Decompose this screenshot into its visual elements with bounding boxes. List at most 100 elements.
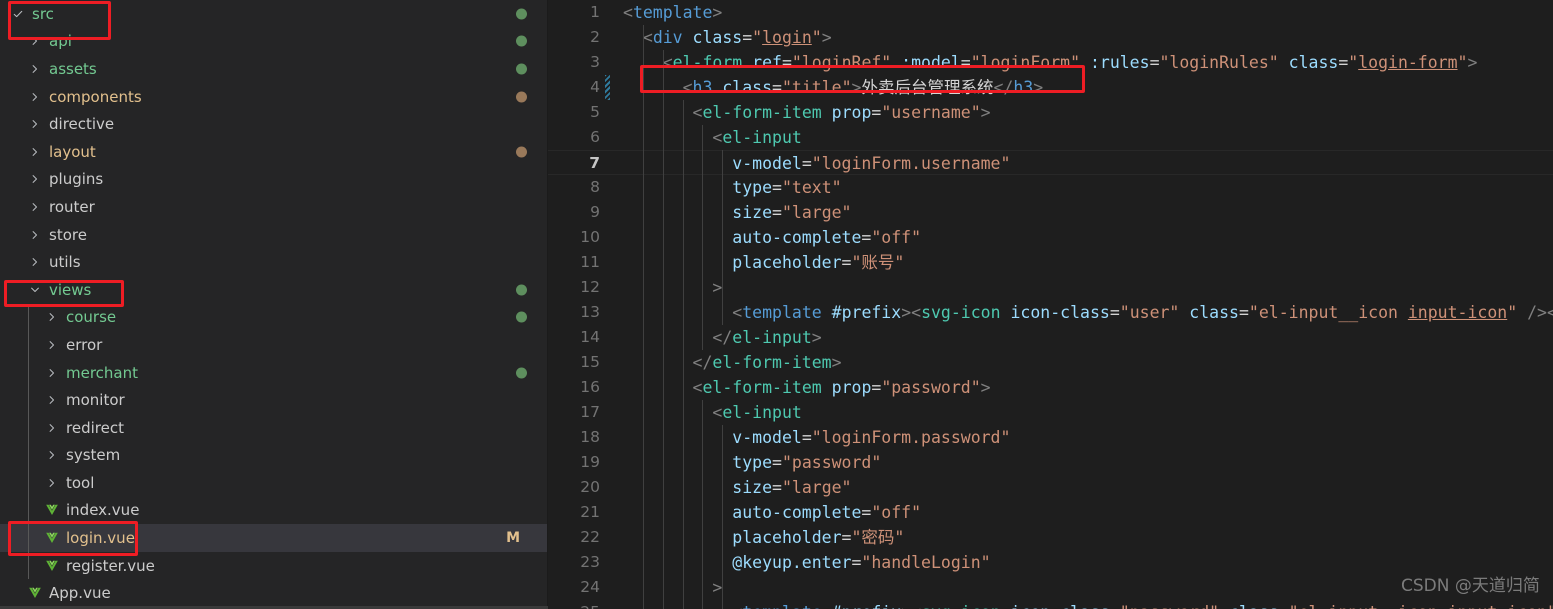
line-number: 24 — [580, 578, 600, 596]
tree-item-redirect[interactable]: redirect — [0, 413, 548, 442]
chevron-right-icon[interactable] — [27, 89, 43, 105]
tree-item-src[interactable]: src — [0, 0, 548, 28]
chevron-right-icon[interactable] — [44, 475, 60, 491]
check-icon[interactable] — [10, 6, 26, 22]
file-explorer-panel[interactable]: src api assets components directive layout plu… — [0, 0, 548, 609]
code-line[interactable]: 14 </el-input> — [548, 325, 1553, 350]
code-line-text: > — [623, 278, 723, 297]
line-number: 2 — [590, 28, 600, 46]
chevron-right-icon[interactable] — [44, 447, 60, 463]
code-line[interactable]: 10 auto-complete="off" — [548, 225, 1553, 250]
line-number: 9 — [590, 203, 600, 221]
line-number: 1 — [590, 3, 600, 21]
git-status-dot — [516, 8, 527, 20]
code-line[interactable]: 22 placeholder="密码" — [548, 525, 1553, 550]
vue-file-icon[interactable] — [44, 530, 60, 546]
code-line-text: <template> — [623, 3, 723, 22]
tree-item-plugins[interactable]: plugins — [0, 166, 548, 194]
line-number: 19 — [580, 453, 600, 471]
vue-file-icon[interactable] — [44, 558, 60, 574]
tree-item-directive[interactable]: directive — [0, 110, 548, 138]
chevron-right-icon[interactable] — [27, 254, 43, 270]
tree-item-api[interactable]: api — [0, 28, 548, 56]
tree-item-label: layout — [49, 142, 96, 161]
tree-item-store[interactable]: store — [0, 221, 548, 249]
tree-item-router[interactable]: router — [0, 193, 548, 221]
code-line[interactable]: 13 <template #prefix><svg-icon icon-clas… — [548, 300, 1553, 325]
code-line[interactable]: 12 > — [548, 275, 1553, 300]
code-line[interactable]: 4 <h3 class="title">外卖后台管理系统</h3> — [548, 75, 1553, 100]
line-number: 13 — [580, 303, 600, 321]
vue-file-icon[interactable] — [27, 585, 43, 601]
chevron-right-icon[interactable] — [44, 392, 60, 408]
tree-item-register-vue[interactable]: register.vue — [0, 551, 548, 580]
code-line[interactable]: 1 <template> — [548, 0, 1553, 25]
chevron-right-icon[interactable] — [27, 199, 43, 215]
code-line[interactable]: 18 v-model="loginForm.password" — [548, 425, 1553, 450]
tree-item-tool[interactable]: tool — [0, 469, 548, 497]
tree-item-error[interactable]: error — [0, 331, 548, 359]
code-line-text: <template #prefix><svg-icon icon-class="… — [623, 303, 1553, 322]
tree-item-course[interactable]: course — [0, 303, 548, 332]
vscode-window: src api assets components directive layout plu… — [0, 0, 1553, 609]
code-line[interactable]: 23 @keyup.enter="handleLogin" — [548, 550, 1553, 575]
code-line[interactable]: 2 <div class="login"> — [548, 25, 1553, 50]
tree-item-layout[interactable]: layout — [0, 138, 548, 166]
chevron-right-icon[interactable] — [27, 144, 43, 160]
code-line[interactable]: 5 <el-form-item prop="username"> — [548, 100, 1553, 125]
tree-item-label: login.vue — [66, 529, 135, 548]
code-line[interactable]: 7 v-model="loginForm.username" — [548, 150, 1553, 175]
code-line[interactable]: 6 <el-input — [548, 125, 1553, 150]
tree-item-views[interactable]: views — [0, 276, 548, 304]
tree-item-App-vue[interactable]: App.vue — [0, 579, 548, 607]
chevron-right-icon[interactable] — [27, 171, 43, 187]
code-line[interactable]: 25 <template #prefix><svg-icon icon-clas… — [548, 600, 1553, 609]
chevron-right-icon[interactable] — [44, 420, 60, 436]
code-line-text: <div class="login"> — [623, 28, 832, 47]
code-content[interactable]: 1 <template> 2 <div class="login"> 3 <el-fo… — [548, 0, 1553, 609]
code-line-text: <el-input — [623, 403, 802, 422]
tree-item-login-vue[interactable]: login.vue M — [0, 524, 548, 552]
tree-indent-guide — [28, 496, 29, 525]
chevron-right-icon[interactable] — [27, 227, 43, 243]
code-line[interactable]: 20 size="large" — [548, 475, 1553, 500]
chevron-right-icon[interactable] — [44, 337, 60, 353]
code-line[interactable]: 3 <el-form ref="loginRef" :model="loginF… — [548, 50, 1553, 75]
vue-file-icon[interactable] — [44, 502, 60, 518]
tree-item-merchant[interactable]: merchant — [0, 358, 548, 387]
tree-item-index-vue[interactable]: index.vue — [0, 496, 548, 525]
code-line[interactable]: 16 <el-form-item prop="password"> — [548, 375, 1553, 400]
chevron-right-icon[interactable] — [44, 365, 60, 381]
tree-item-system[interactable]: system — [0, 441, 548, 470]
file-tree[interactable]: src api assets components directive layout plu… — [0, 0, 548, 607]
line-number: 14 — [580, 328, 600, 346]
tree-item-label: register.vue — [66, 556, 155, 575]
tree-item-monitor[interactable]: monitor — [0, 386, 548, 414]
code-line[interactable]: 9 size="large" — [548, 200, 1553, 225]
code-line[interactable]: 17 <el-input — [548, 400, 1553, 425]
code-line-text: type="password" — [623, 453, 882, 472]
line-number: 18 — [580, 428, 600, 446]
tree-item-utils[interactable]: utils — [0, 248, 548, 276]
chevron-right-icon[interactable] — [44, 309, 60, 325]
git-status-badge: M — [506, 530, 520, 547]
code-line-text: v-model="loginForm.username" — [623, 154, 1011, 173]
git-status-dot — [516, 35, 527, 47]
code-line[interactable]: 11 placeholder="账号" — [548, 250, 1553, 275]
chevron-right-icon[interactable] — [27, 61, 43, 77]
chevron-right-icon[interactable] — [27, 116, 43, 132]
tree-item-assets[interactable]: assets — [0, 55, 548, 83]
editor-panel[interactable]: 1 <template> 2 <div class="login"> 3 <el-fo… — [548, 0, 1553, 609]
code-line-text: type="text" — [623, 178, 842, 197]
chevron-down-icon[interactable] — [27, 282, 43, 298]
git-status-dot — [516, 146, 527, 158]
tree-item-components[interactable]: components — [0, 83, 548, 111]
code-line[interactable]: 15 </el-form-item> — [548, 350, 1553, 375]
code-line[interactable]: 19 type="password" — [548, 450, 1553, 475]
code-line[interactable]: 24 > — [548, 575, 1553, 600]
chevron-right-icon[interactable] — [27, 33, 43, 49]
code-line-text: <el-input — [623, 128, 802, 147]
code-line[interactable]: 8 type="text" — [548, 175, 1553, 200]
tree-item-label: tool — [66, 473, 95, 492]
code-line[interactable]: 21 auto-complete="off" — [548, 500, 1553, 525]
